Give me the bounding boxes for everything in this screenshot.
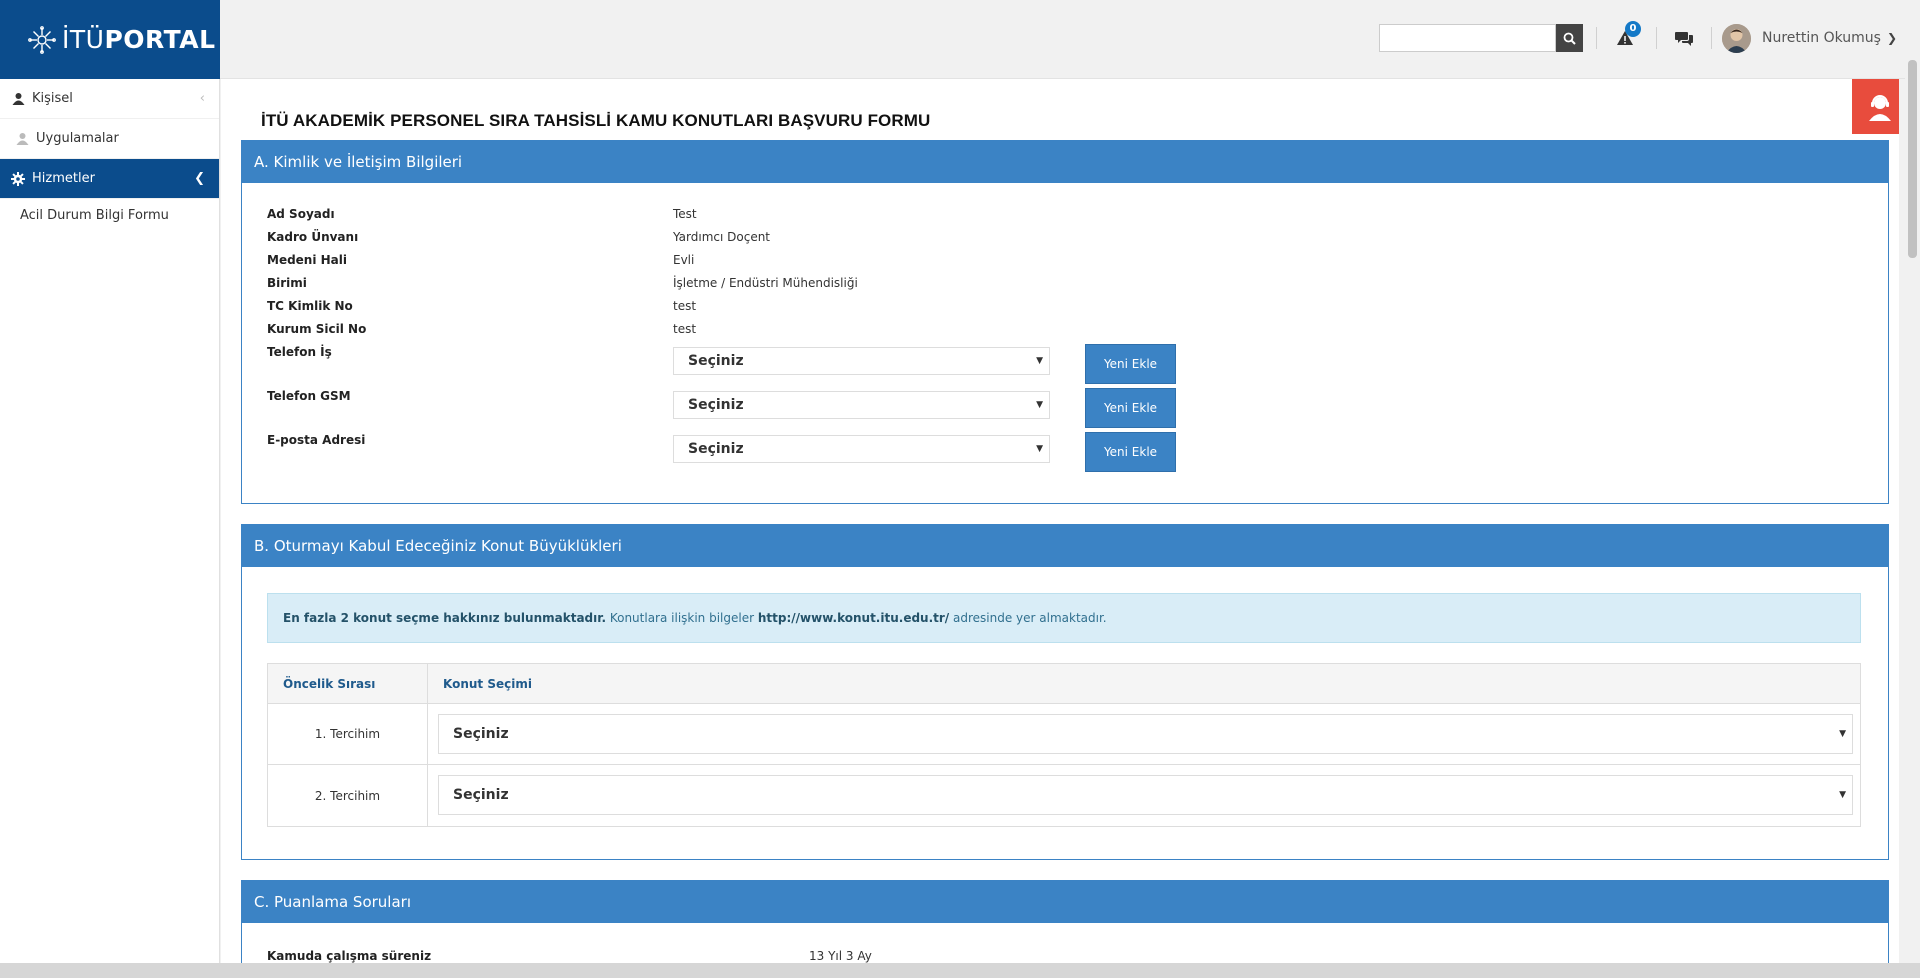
telefon-is-select[interactable]: Seçiniz ▼ [673,347,1050,375]
table-header-konut: Konut Seçimi [443,676,532,691]
logo-text: İTÜPORTAL [62,25,216,54]
top-header: İTÜPORTAL 0 Nurettin Okumuş ❯ [0,0,1920,79]
konut-cell: Seçiniz ▼ [428,704,1860,764]
field-label: E-posta Adresi [267,433,366,447]
chevron-left-icon: ‹ [199,91,205,106]
field-value: İşletme / Endüstri Mühendisliği [673,276,858,290]
dropdown-arrow-icon: ▼ [1036,400,1043,410]
section-b-heading: B. Oturmayı Kabul Edeceğiniz Konut Büyük… [242,525,1888,567]
select-value: Seçiniz [453,787,509,803]
chevron-left-icon: ❮ [194,171,205,186]
konut-table: Öncelik Sırası Konut Seçimi 1. Tercihim … [267,663,1861,827]
search-box [1379,24,1583,52]
table-header-oncelik: Öncelik Sırası [268,664,428,703]
support-agent-icon [1868,94,1891,121]
notification-count-badge: 0 [1625,21,1641,37]
table-header-row: Öncelik Sırası Konut Seçimi [268,664,1860,704]
dropdown-arrow-icon: ▼ [1036,356,1043,366]
field-label: Ad Soyadı [267,207,335,221]
search-button[interactable] [1556,24,1583,52]
sidebar-item-kisisel[interactable]: Kişisel ‹ [0,79,219,119]
search-input[interactable] [1379,24,1556,52]
messages-button[interactable] [1670,25,1698,51]
alert-text: adresinde yer almaktadır. [949,611,1107,625]
logo-suffix: PORTAL [104,25,216,54]
support-button[interactable] [1852,79,1899,134]
sidebar-subitem-acil-durum[interactable]: Acil Durum Bilgi Formu [0,199,219,231]
sidebar-item-label: Kişisel [32,91,73,106]
header-divider [1596,27,1597,49]
header-divider [1656,27,1657,49]
dropdown-arrow-icon: ▼ [1839,729,1846,739]
section-a-heading: A. Kimlik ve İletişim Bilgileri [242,141,1888,183]
user-icon [10,92,26,105]
select-value: Seçiniz [688,397,744,413]
sidebar-item-hizmetler[interactable]: Hizmetler ❮ [0,159,219,199]
alert-link[interactable]: http://www.konut.itu.edu.tr/ [758,611,949,625]
main-content: İTÜ AKADEMİK PERSONEL SIRA TAHSİSLİ KAMU… [221,79,1899,963]
field-label: Kurum Sicil No [267,322,367,336]
eposta-add-button[interactable]: Yeni Ekle [1085,432,1176,472]
field-label: Medeni Hali [267,253,348,267]
field-label: TC Kimlik No [267,299,353,313]
select-value: Seçiniz [688,441,744,457]
horizontal-scrollbar[interactable] [0,963,1920,978]
chat-icon [1675,31,1693,46]
tercih-2-select[interactable]: Seçiniz ▼ [438,775,1853,815]
dropdown-arrow-icon: ▼ [1839,790,1846,800]
dropdown-arrow-icon: ▼ [1036,444,1043,454]
table-row: 1. Tercihim Seçiniz ▼ [268,704,1860,765]
itu-portal-logo[interactable]: İTÜPORTAL [0,0,220,79]
sidebar-item-label: Hizmetler [32,171,95,186]
vertical-scrollbar-thumb[interactable] [1908,60,1917,258]
field-value: test [673,299,697,313]
sidebar: Kişisel ‹ Uygulamalar Hizmetler ❮ Acil D… [0,79,220,978]
itu-logo-icon [28,25,56,54]
field-label: Kamuda çalışma süreniz [267,949,432,963]
alert-text: Konutlara ilişkin bilgeler [606,611,758,625]
priority-label: 2. Tercihim [268,765,428,826]
field-value: Yardımcı Doçent [673,230,771,244]
sidebar-item-label: Uygulamalar [36,131,119,146]
field-label: Kadro Ünvanı [267,230,359,244]
section-c-heading: C. Puanlama Soruları [242,881,1888,923]
page-title: İTÜ AKADEMİK PERSONEL SIRA TAHSİSLİ KAMU… [261,111,931,130]
priority-label: 1. Tercihim [268,704,428,764]
field-value: test [673,322,697,336]
select-value: Seçiniz [688,353,744,369]
section-c-panel: C. Puanlama Soruları Kamuda çalışma süre… [241,880,1889,963]
select-value: Seçiniz [453,726,509,742]
telefon-gsm-select[interactable]: Seçiniz ▼ [673,391,1050,419]
info-alert: En fazla 2 konut seçme hakkınız bulunmak… [267,593,1861,643]
konut-cell: Seçiniz ▼ [428,765,1860,826]
alert-bold-text: En fazla 2 konut seçme hakkınız bulunmak… [283,611,607,625]
user-menu[interactable]: Nurettin Okumuş ❯ [1722,22,1897,54]
chevron-down-icon: ❯ [1886,31,1898,45]
sidebar-subitem-label: Acil Durum Bilgi Formu [20,207,169,223]
tercih-1-select[interactable]: Seçiniz ▼ [438,714,1853,754]
telefon-gsm-add-button[interactable]: Yeni Ekle [1085,388,1176,428]
alerts-button[interactable]: 0 [1611,21,1641,51]
field-label: Birimi [267,276,307,290]
field-value: 13 Yıl 3 Ay [809,949,872,963]
eposta-select[interactable]: Seçiniz ▼ [673,435,1050,463]
table-row: 2. Tercihim Seçiniz ▼ [268,765,1860,826]
section-b-panel: B. Oturmayı Kabul Edeceğiniz Konut Büyük… [241,524,1889,860]
logo-prefix: İTÜ [62,25,105,54]
field-label: Telefon GSM [267,389,351,403]
header-divider [1711,27,1712,49]
field-value: Test [673,207,697,221]
gear-icon [10,171,26,186]
section-a-panel: A. Kimlik ve İletişim Bilgileri Ad Soyad… [241,140,1889,504]
user-name: Nurettin Okumuş [1762,30,1881,46]
field-value: Evli [673,253,695,267]
telefon-is-add-button[interactable]: Yeni Ekle [1085,344,1176,384]
field-label: Telefon İş [267,345,332,359]
sidebar-item-uygulamalar[interactable]: Uygulamalar [0,119,219,159]
user-outline-icon [14,132,30,145]
user-avatar [1722,23,1751,53]
search-icon [1563,32,1576,45]
